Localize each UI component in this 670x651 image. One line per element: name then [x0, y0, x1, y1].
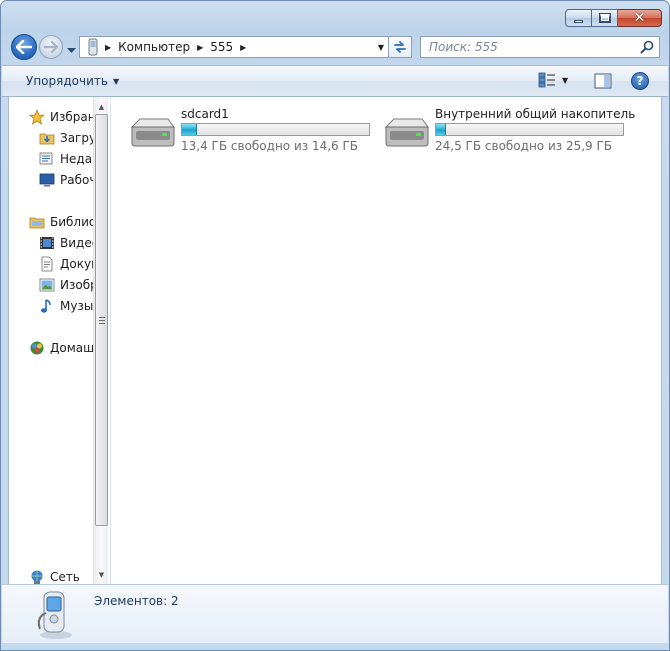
drive-name: Внутренний общий накопитель [435, 107, 636, 121]
recent-places-icon [39, 152, 53, 165]
address-dropdown-icon[interactable]: ▼ [378, 43, 384, 52]
drive-usage-fill [182, 124, 197, 135]
back-button[interactable] [11, 34, 37, 60]
help-icon: ? [636, 74, 644, 88]
address-bar[interactable]: ▶ Компьютер ▶ 555 ▶ ▼ [79, 36, 389, 58]
sidebar-item-label: Рабочий стол [60, 173, 93, 187]
preview-pane-button[interactable] [594, 73, 612, 92]
sidebar-item-label: Сеть [50, 570, 80, 584]
organize-menu-button[interactable]: Упорядочить ▼ [26, 74, 119, 88]
maximize-button[interactable] [592, 9, 618, 27]
sidebar-item-label: Библиотеки [50, 215, 93, 229]
forward-arrow-icon [44, 41, 58, 53]
music-library-icon [41, 299, 51, 313]
recent-pages-dropdown[interactable] [67, 43, 76, 57]
view-dropdown-icon[interactable]: ▼ [562, 76, 568, 85]
star-icon [29, 109, 45, 125]
navigation-pane: Избранное Загрузки Недавние места Рабочи… [9, 97, 93, 584]
search-box [420, 36, 660, 58]
drive-usage-fill [436, 124, 447, 135]
network-icon [31, 570, 43, 584]
chevron-down-icon: ▼ [112, 76, 120, 86]
sidebar-item-label: Загрузки [60, 131, 93, 145]
device-icon [88, 38, 98, 56]
sidebar-item-pictures[interactable]: Изображения [39, 275, 93, 295]
breadcrumb-current[interactable]: 555 [206, 40, 237, 54]
documents-library-icon [41, 256, 53, 272]
sidebar-item-documents[interactable]: Документы [39, 254, 93, 274]
sidebar-item-favorites[interactable]: Избранное [29, 107, 93, 127]
sidebar-item-downloads[interactable]: Загрузки [39, 128, 93, 148]
organize-label: Упорядочить [26, 74, 108, 88]
explorer-window: ✕ ▶ Компьютер ▶ 555 ▶ ▼ Упорядочить ▼ ▼ [0, 0, 670, 651]
breadcrumb-arrow-icon[interactable]: ▶ [102, 43, 114, 52]
breadcrumb-computer[interactable]: Компьютер [114, 40, 194, 54]
search-input[interactable] [429, 40, 629, 54]
drive-name: sdcard1 [181, 107, 229, 121]
sidebar-item-label: Музыка [60, 299, 93, 313]
navigation-pane-scrollbar[interactable]: ▲ ▼ [93, 97, 108, 584]
change-view-button[interactable]: ▼ [538, 72, 568, 88]
libraries-icon [29, 217, 45, 229]
drive-item-internal-storage[interactable]: Внутренний общий накопитель 24,5 ГБ своб… [382, 105, 642, 155]
items-count: Элементов: 2 [94, 594, 179, 608]
sidebar-item-homegroup[interactable]: Домашняя группа [29, 338, 93, 358]
drive-usage-bar [435, 123, 624, 136]
chevron-down-icon [67, 48, 76, 53]
sidebar-item-music[interactable]: Музыка [39, 296, 93, 316]
drive-usage-bar [181, 123, 370, 136]
scroll-down-button[interactable]: ▼ [94, 567, 109, 583]
refresh-button[interactable] [389, 36, 412, 58]
homegroup-icon [30, 341, 44, 355]
sidebar-item-label: Видео [60, 236, 93, 250]
drive-item-sdcard[interactable]: sdcard1 13,4 ГБ свободно из 14,6 ГБ [128, 105, 373, 155]
drive-free-space: 13,4 ГБ свободно из 14,6 ГБ [181, 139, 359, 153]
sidebar-item-video[interactable]: Видео [39, 233, 93, 253]
sidebar-item-network[interactable]: Сеть [29, 567, 80, 584]
caption-buttons: ✕ [565, 9, 662, 29]
sidebar-item-label: Изображения [60, 278, 93, 292]
refresh-icon [394, 41, 406, 53]
close-button[interactable]: ✕ [618, 9, 662, 27]
scroll-grip-icon [98, 316, 105, 324]
content-frame: Избранное Загрузки Недавние места Рабочи… [8, 97, 662, 584]
sidebar-item-label: Недавние места [60, 152, 93, 166]
search-icon[interactable] [640, 40, 654, 54]
view-options-icon [538, 72, 555, 88]
mobile-device-icon [37, 591, 72, 639]
minimize-icon [574, 19, 583, 23]
sidebar-item-label: Избранное [50, 110, 93, 124]
scroll-thumb[interactable] [95, 114, 108, 526]
pictures-library-icon [39, 278, 55, 292]
command-bar: Упорядочить ▼ ▼ ? [2, 65, 668, 97]
sidebar-item-label: Домашняя группа [50, 341, 93, 355]
minimize-button[interactable] [565, 9, 592, 27]
preview-pane-icon [594, 73, 612, 89]
close-icon: ✕ [633, 10, 646, 26]
details-pane: Элементов: 2 [2, 584, 668, 643]
sidebar-item-recent-places[interactable]: Недавние места [39, 149, 93, 169]
sidebar-item-desktop[interactable]: Рабочий стол [39, 170, 93, 190]
forward-button[interactable] [39, 35, 63, 59]
video-library-icon [40, 237, 54, 249]
downloads-folder-icon [39, 133, 55, 145]
scroll-up-button[interactable]: ▲ [94, 99, 109, 115]
sidebar-item-label: Документы [60, 257, 93, 271]
drive-free-space: 24,5 ГБ свободно из 25,9 ГБ [435, 139, 613, 153]
sidebar-item-libraries[interactable]: Библиотеки [29, 212, 93, 232]
removable-drive-icon [384, 118, 429, 147]
maximize-icon [598, 13, 611, 23]
removable-drive-icon [130, 118, 175, 147]
help-button[interactable]: ? [631, 72, 649, 90]
breadcrumb-arrow-icon[interactable]: ▶ [194, 43, 206, 52]
back-arrow-icon [16, 40, 32, 54]
breadcrumb-arrow-icon[interactable]: ▶ [237, 43, 249, 52]
pane-splitter[interactable] [108, 97, 111, 584]
desktop-icon [39, 173, 55, 187]
